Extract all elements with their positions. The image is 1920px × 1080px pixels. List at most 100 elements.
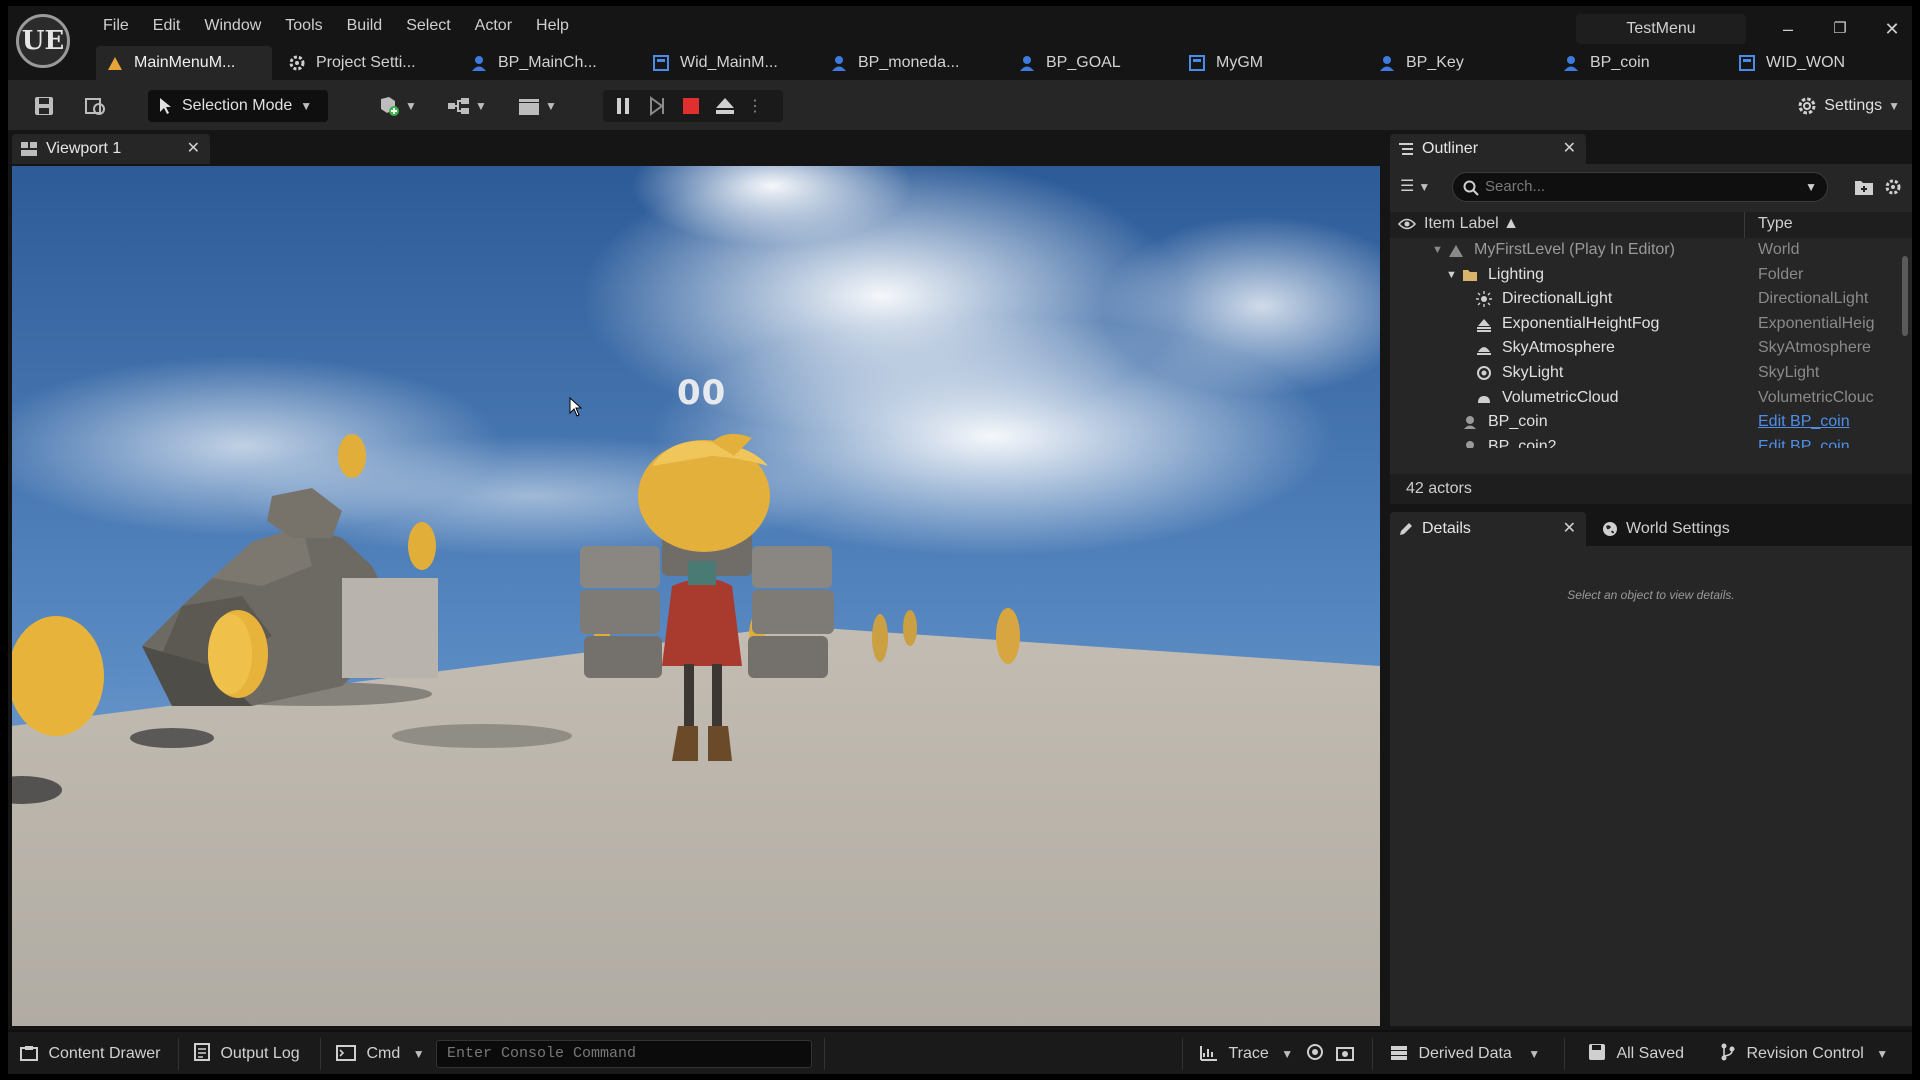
title-bar: UE File Edit Window Tools Build Select A… <box>8 6 1912 68</box>
settings-button[interactable]: Settings ▼ <box>1796 90 1900 122</box>
gear-icon[interactable] <box>1884 178 1902 196</box>
outliner-row-lighting-folder[interactable]: ▼ Lighting Folder <box>1390 263 1912 288</box>
unreal-editor-window: UE File Edit Window Tools Build Select A… <box>8 6 1912 1074</box>
level-icon <box>1449 245 1463 257</box>
menu-file[interactable]: File <box>91 6 141 46</box>
menu-tools[interactable]: Tools <box>273 6 334 46</box>
asset-tab-label: BP_coin <box>1590 54 1650 71</box>
outliner-row-world[interactable]: ▼ MyFirstLevel (Play In Editor) World <box>1390 238 1912 263</box>
unreal-logo-icon[interactable]: UE <box>16 14 70 68</box>
more-options-icon[interactable]: ⋮ <box>745 90 765 122</box>
asset-tab-mygm[interactable]: MyGM <box>1178 46 1263 80</box>
record-icon[interactable] <box>1306 1040 1324 1068</box>
browse-content-icon[interactable] <box>80 90 112 122</box>
add-folder-icon[interactable] <box>1854 178 1874 196</box>
blueprint-icon <box>832 56 846 71</box>
asset-tab-bar: MainMenuM... Project Setti... BP_MainCh.… <box>88 46 1912 80</box>
main-toolbar: Selection Mode ▼ ▼ ▼ ▼ ⋮ Settings ▼ <box>8 80 1912 130</box>
menu-select[interactable]: Select <box>394 6 462 46</box>
outliner-row-skylight[interactable]: SkyLight SkyLight <box>1390 361 1912 386</box>
tab-viewport-1[interactable]: Viewport 1 ✕ <box>12 134 210 164</box>
level-viewport[interactable]: 00 <box>12 166 1380 1026</box>
outliner-column-header: Item Label ▲ Type <box>1390 212 1912 238</box>
close-icon[interactable]: ✕ <box>1563 134 1576 164</box>
all-saved-button[interactable]: All Saved <box>1588 1040 1684 1068</box>
asset-tab-wid-won[interactable]: WID_WON <box>1728 46 1845 80</box>
outliner-row-bp-coin2[interactable]: BP_coin2 Edit BP_coin <box>1390 435 1912 448</box>
output-log-button[interactable]: Output Log <box>194 1040 300 1068</box>
asset-tab-mainmenu[interactable]: MainMenuM... <box>96 46 272 80</box>
cmd-dropdown[interactable]: Cmd ▼ <box>336 1040 425 1068</box>
filter-icon[interactable]: ☰ ▼ <box>1400 176 1430 196</box>
outliner-row-skyatmosphere[interactable]: SkyAtmosphere SkyAtmosphere <box>1390 336 1912 361</box>
asset-tab-bp-moneda[interactable]: BP_moneda... <box>820 46 959 80</box>
eye-icon[interactable] <box>1398 217 1416 231</box>
sky-atmosphere-icon <box>1477 347 1491 356</box>
outliner-row-volumetriccloud[interactable]: VolumetricCloud VolumetricClouc <box>1390 386 1912 411</box>
asset-tab-project-settings[interactable]: Project Setti... <box>278 46 416 80</box>
search-placeholder: Search... <box>1485 178 1546 195</box>
asset-tab-label: BP_Key <box>1406 54 1464 71</box>
menu-window[interactable]: Window <box>192 6 273 46</box>
menu-build[interactable]: Build <box>335 6 395 46</box>
outliner-list-icon <box>1399 143 1413 155</box>
asset-tab-bp-mainch[interactable]: BP_MainCh... <box>460 46 597 80</box>
frame-advance-icon[interactable] <box>643 90 671 122</box>
close-icon[interactable]: ✕ <box>187 134 200 164</box>
status-bar: Content Drawer Output Log Cmd ▼ Enter Co… <box>8 1030 1912 1074</box>
outliner-row-exponentialheightfog[interactable]: ExponentialHeightFog ExponentialHeig <box>1390 312 1912 337</box>
asset-tab-label: BP_MainCh... <box>498 54 597 71</box>
asset-tab-bp-goal[interactable]: BP_GOAL <box>1008 46 1121 80</box>
outliner-scrollbar[interactable] <box>1902 256 1908 336</box>
save-icon[interactable] <box>28 90 60 122</box>
actor-count: 42 actors <box>1390 474 1912 504</box>
world-settings-label: World Settings <box>1626 520 1730 537</box>
content-drawer-icon <box>20 1046 38 1061</box>
edit-bp-coin-link[interactable]: Edit BP_coin <box>1758 435 1888 448</box>
minimize-button[interactable]: – <box>1768 14 1808 44</box>
eject-icon[interactable] <box>711 90 739 122</box>
blueprint-menu-button[interactable]: ▼ <box>442 90 492 122</box>
chevron-down-icon[interactable]: ▼ <box>1805 173 1817 201</box>
tab-world-settings[interactable]: World Settings <box>1594 512 1730 546</box>
directional-light-icon <box>1476 291 1492 308</box>
pause-icon[interactable] <box>609 90 637 122</box>
blueprint-icon <box>472 56 486 71</box>
outliner-search-input[interactable]: Search... ▼ <box>1452 172 1828 202</box>
outliner-row-bp-coin[interactable]: BP_coin Edit BP_coin <box>1390 410 1912 435</box>
skylight-icon <box>1477 365 1491 380</box>
actor-icon <box>1466 440 1474 448</box>
revision-control-dropdown[interactable]: Revision Control ▼ <box>1720 1040 1888 1068</box>
stop-icon[interactable] <box>677 90 705 122</box>
menu-edit[interactable]: Edit <box>141 6 193 46</box>
close-window-button[interactable]: ✕ <box>1872 14 1912 44</box>
asset-tab-label: BP_GOAL <box>1046 54 1121 71</box>
widget-icon <box>1739 55 1755 71</box>
add-actor-button[interactable]: ▼ <box>372 90 422 122</box>
edit-bp-coin-link[interactable]: Edit BP_coin <box>1758 410 1888 435</box>
trace-dropdown[interactable]: Trace ▼ <box>1200 1040 1293 1068</box>
viewport-tab-label: Viewport 1 <box>46 140 122 157</box>
column-item-label[interactable]: Item Label ▲ <box>1424 215 1519 233</box>
asset-tab-bp-coin[interactable]: BP_coin <box>1552 46 1650 80</box>
derived-data-dropdown[interactable]: Derived Data ▼ <box>1390 1040 1540 1068</box>
menu-actor[interactable]: Actor <box>463 6 524 46</box>
asset-tab-bp-key[interactable]: BP_Key <box>1368 46 1464 80</box>
column-type[interactable]: Type <box>1758 215 1793 233</box>
restore-button[interactable]: ❐ <box>1820 14 1860 44</box>
tab-details[interactable]: Details ✕ <box>1390 512 1586 546</box>
blueprint-icon <box>1564 56 1578 71</box>
cinematics-button[interactable]: ▼ <box>512 90 562 122</box>
add-actor-icon <box>381 97 400 116</box>
close-icon[interactable]: ✕ <box>1563 512 1576 546</box>
menu-help[interactable]: Help <box>524 6 581 46</box>
tab-outliner[interactable]: Outliner ✕ <box>1390 134 1586 164</box>
asset-tab-label: MyGM <box>1216 54 1264 71</box>
console-command-input[interactable]: Enter Console Command <box>436 1040 812 1068</box>
outliner-row-directionallight[interactable]: DirectionalLight DirectionalLight <box>1390 287 1912 312</box>
fog-icon <box>1477 318 1491 332</box>
content-drawer-button[interactable]: Content Drawer <box>20 1040 161 1068</box>
selection-mode-dropdown[interactable]: Selection Mode ▼ <box>148 90 328 122</box>
asset-tab-wid-mainm[interactable]: Wid_MainM... <box>642 46 778 80</box>
screenshot-icon[interactable] <box>1336 1040 1354 1068</box>
